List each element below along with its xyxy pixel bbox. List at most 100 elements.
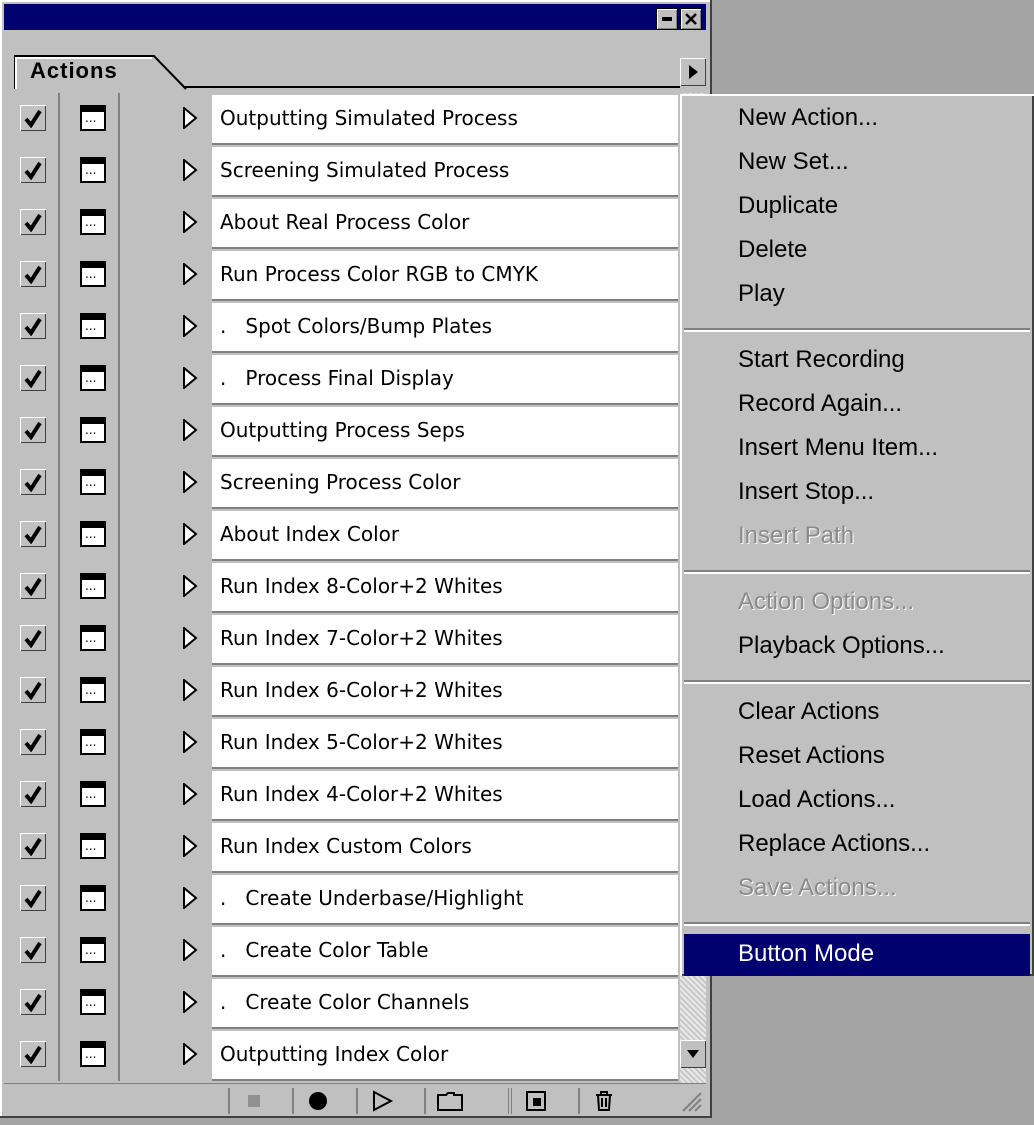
- expand-triangle-icon[interactable]: [182, 471, 198, 493]
- toggle-check-icon[interactable]: [20, 105, 46, 131]
- menu-item[interactable]: Insert Menu Item...: [738, 434, 938, 462]
- action-row[interactable]: Outputting Index Color: [10, 1029, 678, 1081]
- expand-triangle-icon[interactable]: [182, 419, 198, 441]
- expand-triangle-icon[interactable]: [182, 575, 198, 597]
- toggle-check-icon[interactable]: [20, 417, 46, 443]
- action-row[interactable]: About Real Process Color: [10, 197, 678, 249]
- expand-triangle-icon[interactable]: [182, 627, 198, 649]
- dialog-toggle-icon[interactable]: [80, 781, 106, 807]
- new-set-button[interactable]: [424, 1088, 474, 1114]
- toggle-check-icon[interactable]: [20, 1041, 46, 1067]
- action-row[interactable]: . Create Underbase/Highlight: [10, 873, 678, 925]
- menu-item[interactable]: Button Mode: [738, 940, 874, 968]
- toggle-check-icon[interactable]: [20, 677, 46, 703]
- menu-item[interactable]: Clear Actions: [738, 698, 879, 726]
- minimize-icon[interactable]: [656, 8, 678, 30]
- toggle-check-icon[interactable]: [20, 729, 46, 755]
- toggle-check-icon[interactable]: [20, 261, 46, 287]
- action-row[interactable]: Run Index 4-Color+2 Whites: [10, 769, 678, 821]
- dialog-toggle-icon[interactable]: [80, 105, 106, 131]
- dialog-toggle-icon[interactable]: [80, 937, 106, 963]
- toggle-check-icon[interactable]: [20, 365, 46, 391]
- action-row[interactable]: Run Index Custom Colors: [10, 821, 678, 873]
- expand-triangle-icon[interactable]: [182, 731, 198, 753]
- toggle-check-icon[interactable]: [20, 469, 46, 495]
- menu-item[interactable]: New Action...: [738, 104, 878, 132]
- tab-actions[interactable]: Actions: [14, 54, 194, 90]
- dialog-toggle-icon[interactable]: [80, 1041, 106, 1067]
- close-icon[interactable]: [680, 8, 702, 30]
- dialog-toggle-icon[interactable]: [80, 313, 106, 339]
- toggle-check-icon[interactable]: [20, 157, 46, 183]
- dialog-toggle-icon[interactable]: [80, 989, 106, 1015]
- menu-item[interactable]: Delete: [738, 236, 807, 264]
- dialog-toggle-icon[interactable]: [80, 573, 106, 599]
- dialog-toggle-icon[interactable]: [80, 261, 106, 287]
- dialog-toggle-icon[interactable]: [80, 209, 106, 235]
- new-action-button[interactable]: [508, 1088, 560, 1114]
- toggle-check-icon[interactable]: [20, 625, 46, 651]
- play-button[interactable]: [356, 1088, 406, 1114]
- action-row[interactable]: . Spot Colors/Bump Plates: [10, 301, 678, 353]
- action-row[interactable]: Run Index 6-Color+2 Whites: [10, 665, 678, 717]
- action-row[interactable]: Run Index 8-Color+2 Whites: [10, 561, 678, 613]
- toggle-check-icon[interactable]: [20, 937, 46, 963]
- menu-item[interactable]: Insert Stop...: [738, 478, 874, 506]
- action-row[interactable]: Outputting Process Seps: [10, 405, 678, 457]
- menu-item[interactable]: Reset Actions: [738, 742, 885, 770]
- menu-item[interactable]: Start Recording: [738, 346, 905, 374]
- action-row[interactable]: Run Process Color RGB to CMYK: [10, 249, 678, 301]
- action-row[interactable]: . Create Color Channels: [10, 977, 678, 1029]
- expand-triangle-icon[interactable]: [182, 367, 198, 389]
- action-row[interactable]: Run Index 7-Color+2 Whites: [10, 613, 678, 665]
- expand-triangle-icon[interactable]: [182, 991, 198, 1013]
- menu-item[interactable]: Record Again...: [738, 390, 902, 418]
- dialog-toggle-icon[interactable]: [80, 885, 106, 911]
- toggle-check-icon[interactable]: [20, 313, 46, 339]
- toggle-check-icon[interactable]: [20, 989, 46, 1015]
- expand-triangle-icon[interactable]: [182, 107, 198, 129]
- expand-triangle-icon[interactable]: [182, 939, 198, 961]
- menu-item[interactable]: New Set...: [738, 148, 849, 176]
- expand-triangle-icon[interactable]: [182, 523, 198, 545]
- menu-item[interactable]: Playback Options...: [738, 632, 945, 660]
- action-row[interactable]: About Index Color: [10, 509, 678, 561]
- action-row[interactable]: . Create Color Table: [10, 925, 678, 977]
- toggle-check-icon[interactable]: [20, 885, 46, 911]
- delete-button[interactable]: [578, 1088, 628, 1114]
- dialog-toggle-icon[interactable]: [80, 157, 106, 183]
- dialog-toggle-icon[interactable]: [80, 833, 106, 859]
- menu-item[interactable]: Replace Actions...: [738, 830, 930, 858]
- expand-triangle-icon[interactable]: [182, 1043, 198, 1065]
- palette-titlebar[interactable]: [4, 4, 706, 30]
- expand-triangle-icon[interactable]: [182, 783, 198, 805]
- toggle-check-icon[interactable]: [20, 573, 46, 599]
- dialog-toggle-icon[interactable]: [80, 417, 106, 443]
- toggle-check-icon[interactable]: [20, 209, 46, 235]
- resize-grip-icon[interactable]: [680, 1090, 702, 1112]
- record-button[interactable]: [292, 1088, 342, 1114]
- expand-triangle-icon[interactable]: [182, 263, 198, 285]
- dialog-toggle-icon[interactable]: [80, 625, 106, 651]
- toggle-check-icon[interactable]: [20, 833, 46, 859]
- toggle-check-icon[interactable]: [20, 781, 46, 807]
- action-row[interactable]: . Process Final Display: [10, 353, 678, 405]
- menu-item[interactable]: Play: [738, 280, 785, 308]
- action-row[interactable]: Run Index 5-Color+2 Whites: [10, 717, 678, 769]
- stop-button[interactable]: [228, 1088, 278, 1114]
- expand-triangle-icon[interactable]: [182, 679, 198, 701]
- expand-triangle-icon[interactable]: [182, 887, 198, 909]
- menu-item[interactable]: Duplicate: [738, 192, 838, 220]
- action-row[interactable]: Screening Simulated Process: [10, 145, 678, 197]
- dialog-toggle-icon[interactable]: [80, 521, 106, 547]
- palette-menu-button[interactable]: [680, 58, 706, 86]
- toggle-check-icon[interactable]: [20, 521, 46, 547]
- expand-triangle-icon[interactable]: [182, 835, 198, 857]
- action-row[interactable]: Screening Process Color: [10, 457, 678, 509]
- expand-triangle-icon[interactable]: [182, 315, 198, 337]
- action-row[interactable]: Outputting Simulated Process: [10, 93, 678, 145]
- expand-triangle-icon[interactable]: [182, 159, 198, 181]
- dialog-toggle-icon[interactable]: [80, 729, 106, 755]
- menu-item[interactable]: Load Actions...: [738, 786, 895, 814]
- expand-triangle-icon[interactable]: [182, 211, 198, 233]
